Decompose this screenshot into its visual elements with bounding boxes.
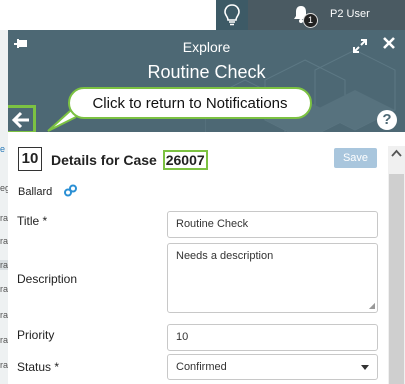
case-title-prefix: Details for Case xyxy=(51,152,157,168)
lightbulb-button[interactable] xyxy=(216,0,248,30)
title-field[interactable]: Routine Check xyxy=(167,211,378,238)
description-text: Needs a description xyxy=(176,250,274,262)
list-item: ra xyxy=(0,284,8,294)
close-icon[interactable] xyxy=(382,36,396,50)
scrollbar-thumb[interactable] xyxy=(389,174,404,384)
panel-record-title: Routine Check xyxy=(147,62,266,82)
resize-handle[interactable]: ◢ xyxy=(369,301,375,310)
expand-icon[interactable] xyxy=(352,38,368,54)
user-name[interactable]: P2 User xyxy=(330,8,370,20)
priority-field[interactable]: 10 xyxy=(167,324,378,351)
back-button[interactable] xyxy=(8,105,36,132)
arrow-left-icon xyxy=(11,111,29,128)
list-item: ra xyxy=(0,360,8,370)
list-item: ra xyxy=(0,236,8,246)
lightbulb-icon xyxy=(224,4,240,26)
save-button[interactable]: Save xyxy=(334,148,377,168)
explore-panel: Explore Routine Check ? Click to return … xyxy=(8,30,405,384)
title-label: Title * xyxy=(17,214,48,228)
case-number-box: 10 xyxy=(18,147,42,171)
owner-name[interactable]: Ballard xyxy=(18,186,52,198)
status-select[interactable]: Confirmed xyxy=(167,354,378,380)
list-item: ra xyxy=(0,335,8,345)
top-bar: 1 P2 User xyxy=(0,0,405,30)
priority-label: Priority xyxy=(17,328,55,342)
status-label: Status * xyxy=(17,360,60,374)
description-label: Description xyxy=(17,272,78,286)
callout-tooltip: Click to return to Notifications xyxy=(68,87,312,119)
background-list: e eg ra ra ra ra ra ra ra xyxy=(0,30,8,384)
list-item: ra xyxy=(0,260,8,270)
help-icon[interactable]: ? xyxy=(377,110,397,130)
list-item: ra xyxy=(0,310,8,320)
list-item: ra xyxy=(0,213,8,223)
panel-section-title: Explore xyxy=(182,39,231,55)
list-item: e xyxy=(0,144,6,154)
chevron-up-icon[interactable] xyxy=(391,149,402,157)
scrollbar[interactable] xyxy=(388,146,405,384)
list-item: eg xyxy=(0,183,8,193)
description-field[interactable]: Needs a description ◢ xyxy=(167,243,378,313)
chevron-down-icon xyxy=(361,365,369,370)
notifications-area: 1 P2 User xyxy=(248,0,405,30)
notification-count-badge: 1 xyxy=(303,13,318,28)
case-title: Details for Case 26007 xyxy=(51,150,208,170)
status-value: Confirmed xyxy=(176,361,227,373)
link-icon[interactable] xyxy=(64,184,77,197)
case-id: 26007 xyxy=(162,150,208,170)
